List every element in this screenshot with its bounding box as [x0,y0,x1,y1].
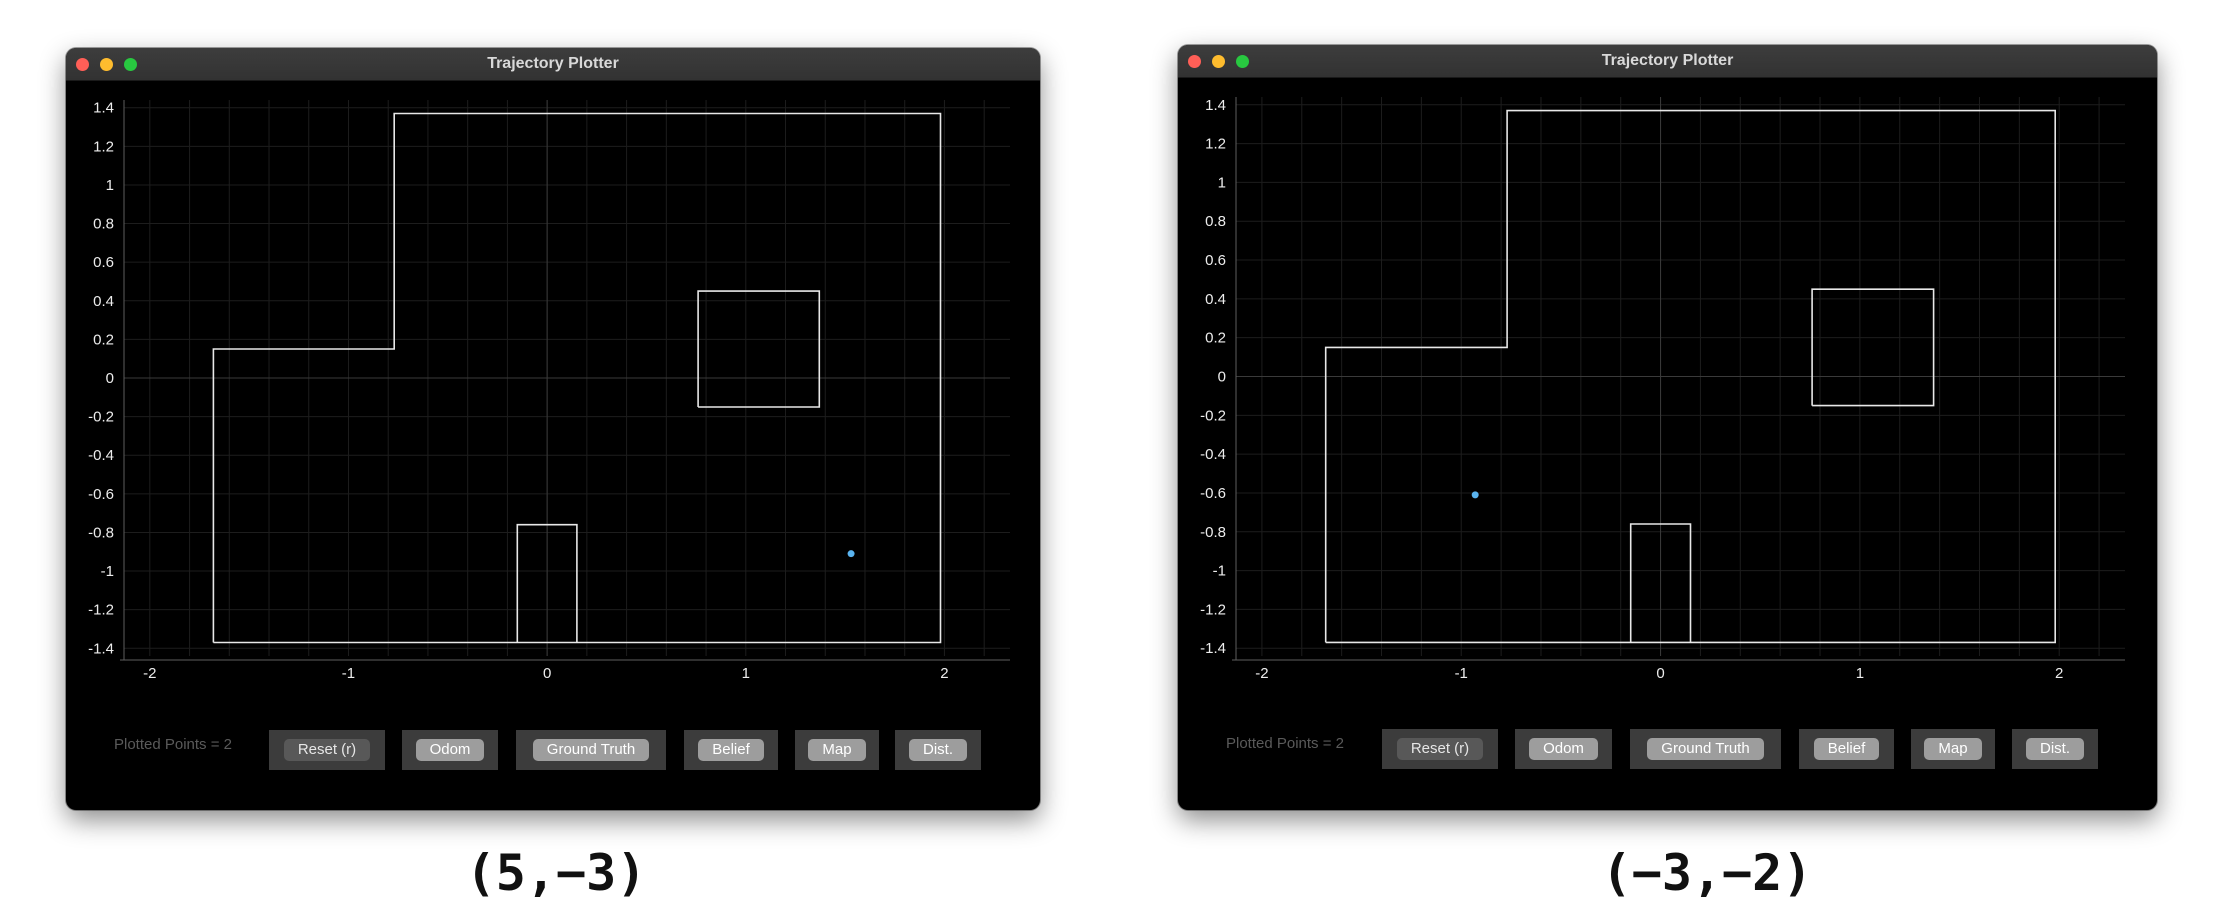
trajectory-plot: -2 -1 0 1 2 1.4 1.2 1 0.8 0.6 0.4 0.2 0 -0.2 -0.4 -0.6 -… [88,100,1010,682]
x-tick-label: 1 [1856,665,1864,682]
y-tick-label: 1 [1218,174,1226,191]
y-tick-label: 1 [106,177,114,194]
y-tick-label: -0.6 [1200,485,1226,502]
plotted-points-status: Plotted Points = 2 [1226,735,1344,752]
y-tick-label: 1.4 [93,100,114,117]
caption-left: (5,−3) [465,844,647,902]
x-tick-label: -1 [342,665,355,682]
y-tick-label: 1.2 [1205,136,1226,153]
robot-position-point [847,550,855,558]
x-tick-label: -1 [1455,665,1468,682]
y-tick-label: 0.4 [1205,291,1226,308]
dist-button-wrap: Dist. [895,730,981,770]
y-tick-label: 0.8 [1205,213,1226,230]
y-tick-label: 0.2 [1205,330,1226,347]
ground-truth-button[interactable]: Ground Truth [532,739,650,761]
plotted-points-status: Plotted Points = 2 [114,736,232,753]
y-tick-label: -1 [101,563,114,580]
odom-button[interactable]: Odom [1529,738,1598,760]
trajectory-plotter-window-left: Trajectory Plotter -2 -1 0 1 2 1.4 1.2 1 0.8 0.6 0… [66,48,1040,810]
y-tick-label: -1.2 [1200,601,1226,618]
map-button[interactable]: Map [1924,738,1982,760]
x-tick-label: 2 [940,665,948,682]
x-tick-label: 0 [1656,665,1664,682]
ground-truth-button-wrap: Ground Truth [1630,729,1781,769]
y-tick-label: -1.2 [88,602,114,619]
y-tick-label: 0.8 [93,216,114,233]
y-tick-label: -1.4 [1200,640,1226,657]
y-tick-label: -0.6 [88,486,114,503]
odom-button-wrap: Odom [402,730,498,770]
dist-button[interactable]: Dist. [909,739,967,761]
dist-button-wrap: Dist. [2012,729,2098,769]
ground-truth-button[interactable]: Ground Truth [1647,738,1764,760]
belief-button-wrap: Belief [684,730,778,770]
y-tick-label: 0 [1218,369,1226,386]
y-tick-label: 0.6 [1205,252,1226,269]
y-tick-label: -0.4 [88,447,114,464]
y-tick-label: 0 [106,370,114,387]
dist-button[interactable]: Dist. [2026,738,2084,760]
reset-button[interactable]: Reset (r) [283,739,371,761]
trajectory-plotter-window-right: Trajectory Plotter -2 -1 0 1 2 1.4 1.2 1 0.8 0.6 0… [1178,45,2157,810]
reset-button-wrap: Reset (r) [269,730,385,770]
map-button-wrap: Map [795,730,879,770]
x-tick-label: -2 [1255,665,1268,682]
y-tick-label: 0.4 [93,293,114,310]
trajectory-plot: -2 -1 0 1 2 1.4 1.2 1 0.8 0.6 0.4 0.2 0 -0.2 -0.4 -0.6 -… [1200,97,2125,682]
y-tick-label: -1.4 [88,640,114,657]
y-tick-label: 1.4 [1205,97,1226,114]
y-tick-label: -0.4 [1200,446,1226,463]
y-tick-label: 0.6 [93,254,114,271]
obstacle-box [1811,288,1935,407]
caption-right: (−3,−2) [1601,844,1813,902]
ground-truth-button-wrap: Ground Truth [516,730,666,770]
belief-button[interactable]: Belief [698,739,764,761]
obstacle-box [697,290,821,408]
odom-button[interactable]: Odom [415,739,485,761]
y-tick-label: -0.8 [88,524,114,541]
map-button-wrap: Map [1911,729,1995,769]
robot-position-point [1471,491,1479,499]
x-tick-label: -2 [143,665,156,682]
odom-button-wrap: Odom [1515,729,1612,769]
belief-button-wrap: Belief [1799,729,1894,769]
reset-button[interactable]: Reset (r) [1396,738,1484,760]
y-tick-label: 0.2 [93,331,114,348]
x-tick-label: 2 [2055,665,2063,682]
reset-button-wrap: Reset (r) [1382,729,1498,769]
y-tick-label: -0.2 [1200,407,1226,424]
map-button[interactable]: Map [808,739,866,761]
y-tick-label: -0.8 [1200,524,1226,541]
x-tick-label: 1 [742,665,750,682]
belief-button[interactable]: Belief [1813,738,1880,760]
y-tick-label: -1 [1213,563,1226,580]
y-tick-label: -0.2 [88,409,114,426]
y-tick-label: 1.2 [93,138,114,155]
x-tick-label: 0 [543,665,551,682]
